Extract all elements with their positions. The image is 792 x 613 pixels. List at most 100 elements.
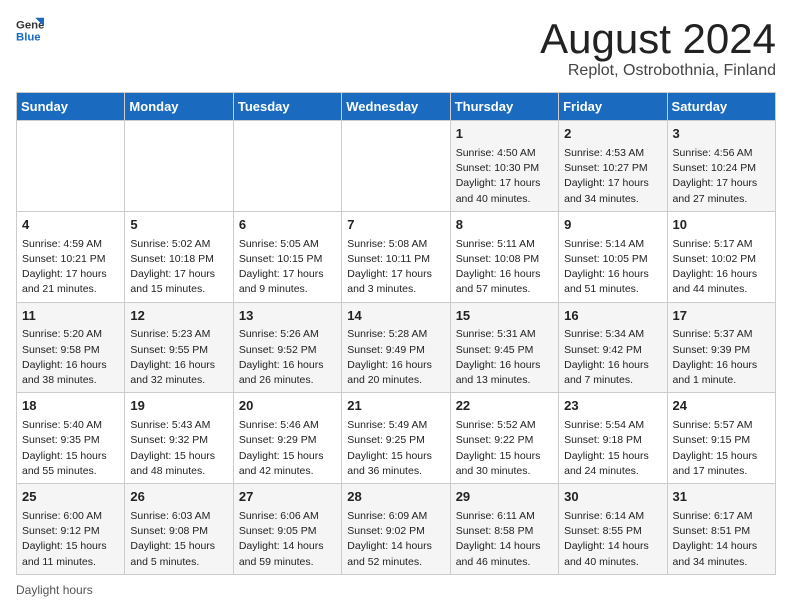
calendar-cell: 18 Sunrise: 5:40 AM Sunset: 9:35 PM Dayli…: [17, 393, 125, 484]
main-title: August 2024: [540, 16, 776, 62]
day-info: Sunrise: 5:14 AM Sunset: 10:05 PM Daylig…: [564, 237, 661, 298]
calendar-cell: 10Sunrise: 5:17 AM Sunset: 10:02 PM Dayl…: [667, 211, 775, 302]
calendar-cell: 29 Sunrise: 6:11 AM Sunset: 8:58 PM Dayli…: [450, 484, 558, 575]
day-info: Sunrise: 5:05 AM Sunset: 10:15 PM Daylig…: [239, 237, 336, 298]
col-header-tuesday: Tuesday: [233, 93, 341, 121]
calendar-cell: [17, 121, 125, 212]
calendar-cell: 31Sunrise: 6:17 AM Sunset: 8:51 PM Dayli…: [667, 484, 775, 575]
sub-title: Replot, Ostrobothnia, Finland: [540, 62, 776, 80]
calendar-cell: 7 Sunrise: 5:08 AM Sunset: 10:11 PM Dayli…: [342, 211, 450, 302]
day-number: 4: [22, 216, 119, 235]
calendar-cell: 24 Sunrise: 5:57 AM Sunset: 9:15 PM Dayli…: [667, 393, 775, 484]
day-number: 1: [456, 125, 553, 144]
calendar-week-row: 25 Sunrise: 6:00 AM Sunset: 9:12 PM Dayli…: [17, 484, 776, 575]
day-info: Sunrise: 5:37 AM Sunset: 9:39 PM Dayligh…: [673, 327, 770, 388]
day-info: Sunrise: 6:06 AM Sunset: 9:05 PM Dayligh…: [239, 509, 336, 570]
calendar-week-row: 1 Sunrise: 4:50 AM Sunset: 10:30 PM Dayli…: [17, 121, 776, 212]
calendar-cell: 6Sunrise: 5:05 AM Sunset: 10:15 PM Dayli…: [233, 211, 341, 302]
calendar-week-row: 4 Sunrise: 4:59 AM Sunset: 10:21 PM Dayli…: [17, 211, 776, 302]
col-header-wednesday: Wednesday: [342, 93, 450, 121]
day-number: 5: [130, 216, 227, 235]
calendar-cell: 23 Sunrise: 5:54 AM Sunset: 9:18 PM Dayli…: [559, 393, 667, 484]
day-number: 31: [673, 488, 770, 507]
day-number: 18: [22, 397, 119, 416]
day-number: 7: [347, 216, 444, 235]
day-info: Sunrise: 5:54 AM Sunset: 9:18 PM Dayligh…: [564, 418, 661, 479]
day-info: Sunrise: 6:14 AM Sunset: 8:55 PM Dayligh…: [564, 509, 661, 570]
day-info: Sunrise: 6:11 AM Sunset: 8:58 PM Dayligh…: [456, 509, 553, 570]
day-number: 28: [347, 488, 444, 507]
day-number: 16: [564, 307, 661, 326]
day-number: 21: [347, 397, 444, 416]
day-number: 8: [456, 216, 553, 235]
daylight-hours-label: Daylight hours: [16, 583, 93, 597]
calendar-cell: 5Sunrise: 5:02 AM Sunset: 10:18 PM Dayli…: [125, 211, 233, 302]
calendar-cell: [125, 121, 233, 212]
day-info: Sunrise: 5:08 AM Sunset: 10:11 PM Daylig…: [347, 237, 444, 298]
calendar-cell: 4 Sunrise: 4:59 AM Sunset: 10:21 PM Dayli…: [17, 211, 125, 302]
day-info: Sunrise: 5:57 AM Sunset: 9:15 PM Dayligh…: [673, 418, 770, 479]
svg-text:Blue: Blue: [16, 32, 41, 44]
logo-icon: General Blue: [16, 16, 44, 44]
calendar-cell: 2Sunrise: 4:53 AM Sunset: 10:27 PM Dayli…: [559, 121, 667, 212]
day-number: 22: [456, 397, 553, 416]
calendar-cell: 22 Sunrise: 5:52 AM Sunset: 9:22 PM Dayli…: [450, 393, 558, 484]
day-info: Sunrise: 5:28 AM Sunset: 9:49 PM Dayligh…: [347, 327, 444, 388]
day-number: 14: [347, 307, 444, 326]
day-number: 11: [22, 307, 119, 326]
day-info: Sunrise: 5:11 AM Sunset: 10:08 PM Daylig…: [456, 237, 553, 298]
day-number: 13: [239, 307, 336, 326]
calendar-cell: 8 Sunrise: 5:11 AM Sunset: 10:08 PM Dayli…: [450, 211, 558, 302]
day-number: 9: [564, 216, 661, 235]
col-header-sunday: Sunday: [17, 93, 125, 121]
calendar-cell: 27Sunrise: 6:06 AM Sunset: 9:05 PM Dayli…: [233, 484, 341, 575]
day-info: Sunrise: 5:20 AM Sunset: 9:58 PM Dayligh…: [22, 327, 119, 388]
day-info: Sunrise: 6:09 AM Sunset: 9:02 PM Dayligh…: [347, 509, 444, 570]
day-info: Sunrise: 4:53 AM Sunset: 10:27 PM Daylig…: [564, 146, 661, 207]
footer-note: Daylight hours: [16, 583, 776, 597]
calendar-cell: 30Sunrise: 6:14 AM Sunset: 8:55 PM Dayli…: [559, 484, 667, 575]
calendar-cell: 13Sunrise: 5:26 AM Sunset: 9:52 PM Dayli…: [233, 302, 341, 393]
col-header-friday: Friday: [559, 93, 667, 121]
calendar-header-row: SundayMondayTuesdayWednesdayThursdayFrid…: [17, 93, 776, 121]
header: General Blue August 2024 Replot, Ostrobo…: [16, 16, 776, 80]
day-info: Sunrise: 6:03 AM Sunset: 9:08 PM Dayligh…: [130, 509, 227, 570]
col-header-saturday: Saturday: [667, 93, 775, 121]
calendar-cell: 14Sunrise: 5:28 AM Sunset: 9:49 PM Dayli…: [342, 302, 450, 393]
day-number: 12: [130, 307, 227, 326]
day-info: Sunrise: 6:00 AM Sunset: 9:12 PM Dayligh…: [22, 509, 119, 570]
calendar-cell: 25 Sunrise: 6:00 AM Sunset: 9:12 PM Dayli…: [17, 484, 125, 575]
day-number: 20: [239, 397, 336, 416]
day-info: Sunrise: 4:56 AM Sunset: 10:24 PM Daylig…: [673, 146, 770, 207]
day-info: Sunrise: 4:50 AM Sunset: 10:30 PM Daylig…: [456, 146, 553, 207]
calendar-cell: 12Sunrise: 5:23 AM Sunset: 9:55 PM Dayli…: [125, 302, 233, 393]
calendar-cell: 19Sunrise: 5:43 AM Sunset: 9:32 PM Dayli…: [125, 393, 233, 484]
day-info: Sunrise: 5:52 AM Sunset: 9:22 PM Dayligh…: [456, 418, 553, 479]
calendar-cell: 9 Sunrise: 5:14 AM Sunset: 10:05 PM Dayli…: [559, 211, 667, 302]
calendar-cell: 20Sunrise: 5:46 AM Sunset: 9:29 PM Dayli…: [233, 393, 341, 484]
day-info: Sunrise: 5:34 AM Sunset: 9:42 PM Dayligh…: [564, 327, 661, 388]
day-info: Sunrise: 4:59 AM Sunset: 10:21 PM Daylig…: [22, 237, 119, 298]
day-info: Sunrise: 5:31 AM Sunset: 9:45 PM Dayligh…: [456, 327, 553, 388]
col-header-monday: Monday: [125, 93, 233, 121]
day-number: 23: [564, 397, 661, 416]
day-info: Sunrise: 5:49 AM Sunset: 9:25 PM Dayligh…: [347, 418, 444, 479]
day-number: 29: [456, 488, 553, 507]
calendar-cell: 1 Sunrise: 4:50 AM Sunset: 10:30 PM Dayli…: [450, 121, 558, 212]
day-number: 26: [130, 488, 227, 507]
day-info: Sunrise: 5:23 AM Sunset: 9:55 PM Dayligh…: [130, 327, 227, 388]
day-number: 25: [22, 488, 119, 507]
title-area: August 2024 Replot, Ostrobothnia, Finlan…: [540, 16, 776, 80]
calendar-cell: 26 Sunrise: 6:03 AM Sunset: 9:08 PM Dayli…: [125, 484, 233, 575]
day-info: Sunrise: 5:40 AM Sunset: 9:35 PM Dayligh…: [22, 418, 119, 479]
calendar-cell: 15Sunrise: 5:31 AM Sunset: 9:45 PM Dayli…: [450, 302, 558, 393]
day-number: 24: [673, 397, 770, 416]
calendar-cell: [342, 121, 450, 212]
day-info: Sunrise: 5:17 AM Sunset: 10:02 PM Daylig…: [673, 237, 770, 298]
calendar-week-row: 11Sunrise: 5:20 AM Sunset: 9:58 PM Dayli…: [17, 302, 776, 393]
day-number: 17: [673, 307, 770, 326]
col-header-thursday: Thursday: [450, 93, 558, 121]
calendar-cell: 3 Sunrise: 4:56 AM Sunset: 10:24 PM Dayli…: [667, 121, 775, 212]
day-number: 3: [673, 125, 770, 144]
day-number: 15: [456, 307, 553, 326]
